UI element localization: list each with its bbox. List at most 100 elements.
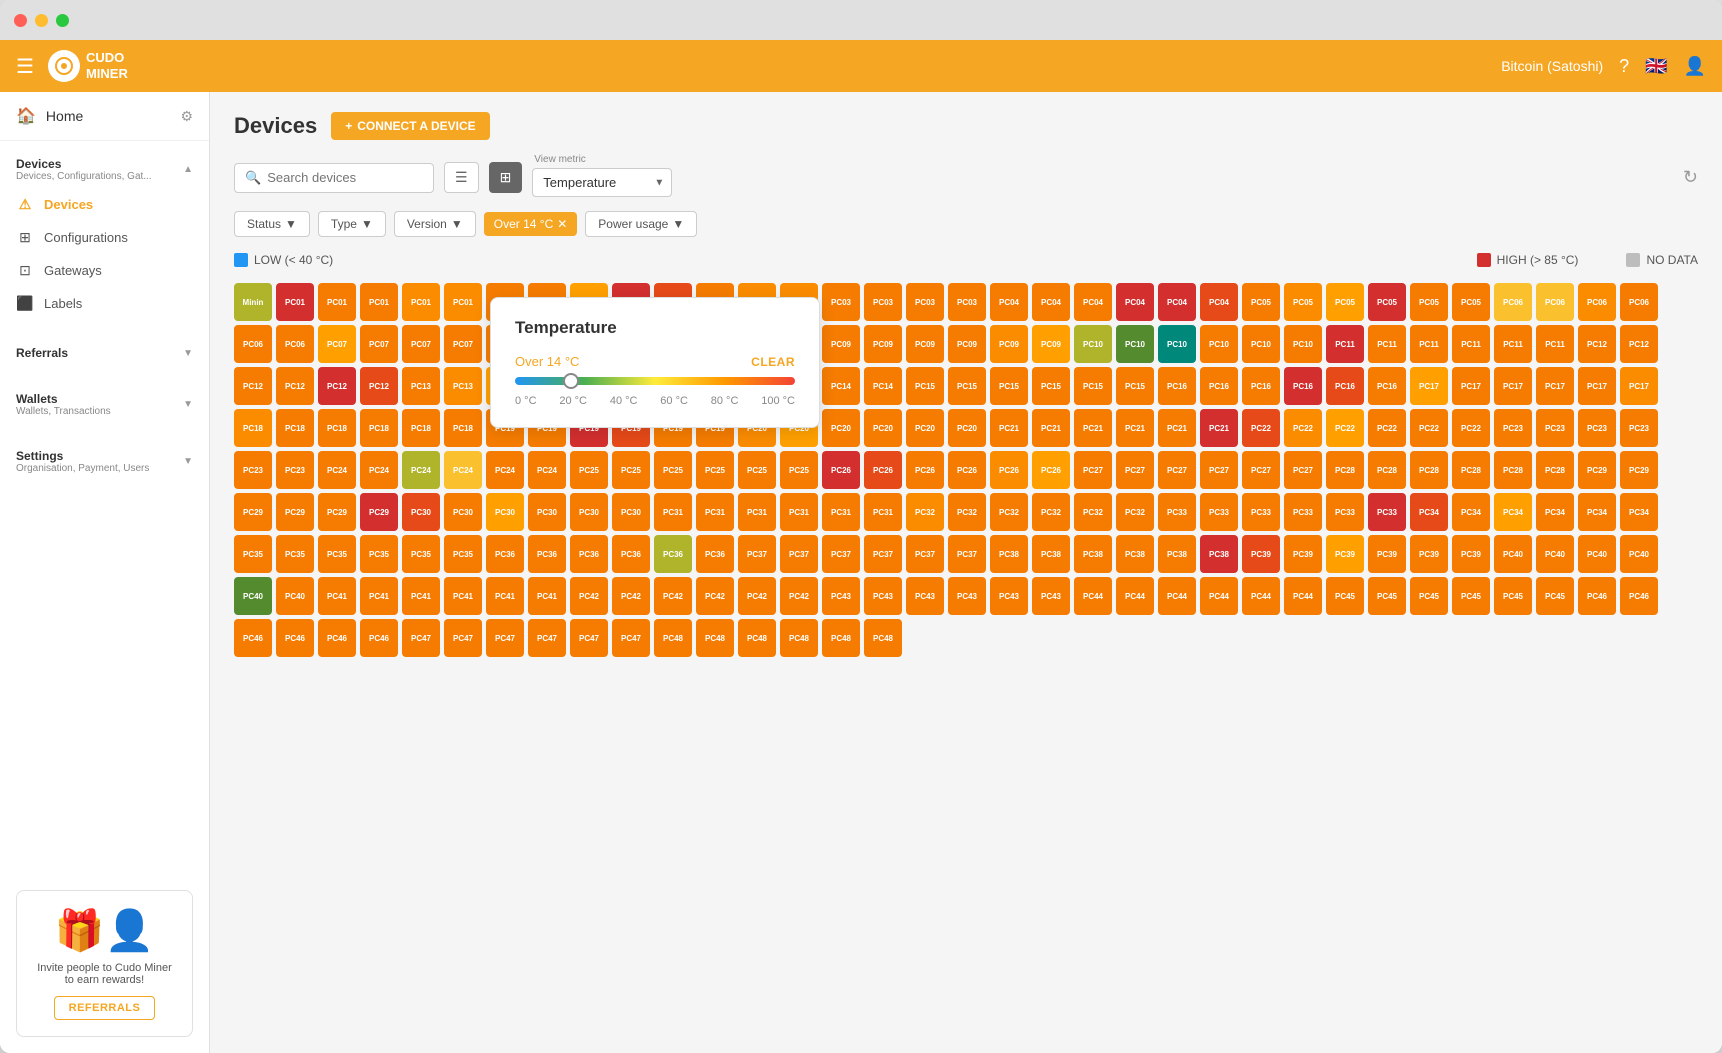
device-cell[interactable]: PC11 <box>1494 325 1532 363</box>
device-cell[interactable]: PC07 <box>360 325 398 363</box>
device-cell[interactable]: PC37 <box>864 535 902 573</box>
device-cell[interactable]: PC46 <box>276 619 314 657</box>
device-cell[interactable]: PC03 <box>948 283 986 321</box>
device-cell[interactable]: PC30 <box>612 493 650 531</box>
device-cell[interactable]: PC46 <box>1578 577 1616 615</box>
device-cell[interactable]: PC12 <box>276 367 314 405</box>
temp-slider-track[interactable] <box>515 377 795 385</box>
device-cell[interactable]: PC40 <box>1620 535 1658 573</box>
device-cell[interactable]: PC48 <box>738 619 776 657</box>
device-cell[interactable]: PC32 <box>990 493 1028 531</box>
device-cell[interactable]: PC04 <box>1200 283 1238 321</box>
device-cell[interactable]: PC07 <box>318 325 356 363</box>
device-cell[interactable]: PC44 <box>1284 577 1322 615</box>
device-cell[interactable]: PC05 <box>1368 283 1406 321</box>
device-cell[interactable]: PC31 <box>822 493 860 531</box>
device-cell[interactable]: PC29 <box>1620 451 1658 489</box>
device-cell[interactable]: PC06 <box>234 325 272 363</box>
device-cell[interactable]: PC15 <box>906 367 944 405</box>
device-cell[interactable]: PC24 <box>402 451 440 489</box>
device-cell[interactable]: PC22 <box>1326 409 1364 447</box>
device-cell[interactable]: PC37 <box>822 535 860 573</box>
device-cell[interactable]: PC47 <box>612 619 650 657</box>
device-cell[interactable]: PC14 <box>822 367 860 405</box>
device-cell[interactable]: PC47 <box>486 619 524 657</box>
device-cell[interactable]: PC16 <box>1242 367 1280 405</box>
device-cell[interactable]: PC06 <box>1494 283 1532 321</box>
device-cell[interactable]: PC33 <box>1200 493 1238 531</box>
device-cell[interactable]: PC23 <box>1536 409 1574 447</box>
device-cell[interactable]: PC35 <box>318 535 356 573</box>
device-cell[interactable]: PC42 <box>570 577 608 615</box>
device-cell[interactable]: PC48 <box>780 619 818 657</box>
device-cell[interactable]: PC24 <box>486 451 524 489</box>
device-cell[interactable]: PC01 <box>402 283 440 321</box>
device-cell[interactable]: PC36 <box>486 535 524 573</box>
view-metric-select[interactable]: Temperature <box>532 168 672 197</box>
device-cell[interactable]: PC33 <box>1326 493 1364 531</box>
device-cell[interactable]: PC34 <box>1536 493 1574 531</box>
device-cell[interactable]: PC11 <box>1326 325 1364 363</box>
device-cell[interactable]: PC27 <box>1158 451 1196 489</box>
device-cell[interactable]: PC29 <box>360 493 398 531</box>
device-cell[interactable]: PC23 <box>276 451 314 489</box>
device-cell[interactable]: PC17 <box>1620 367 1658 405</box>
status-filter-button[interactable]: Status ▼ <box>234 211 310 237</box>
device-cell[interactable]: PC12 <box>318 367 356 405</box>
settings-icon[interactable]: ⚙ <box>180 108 193 125</box>
sidebar-item-labels[interactable]: ⬛ Labels <box>0 287 209 320</box>
device-cell[interactable]: PC24 <box>444 451 482 489</box>
device-cell[interactable]: PC48 <box>822 619 860 657</box>
referrals-button[interactable]: REFERRALS <box>54 996 156 1020</box>
refresh-button[interactable]: ↻ <box>1683 167 1698 188</box>
sidebar-item-devices[interactable]: ⚠ Devices <box>0 188 209 221</box>
device-cell[interactable]: PC27 <box>1116 451 1154 489</box>
temp-clear-button[interactable]: CLEAR <box>751 355 795 369</box>
device-cell[interactable]: PC46 <box>318 619 356 657</box>
device-cell[interactable]: PC40 <box>276 577 314 615</box>
sidebar-item-gateways[interactable]: ⊡ Gateways <box>0 254 209 287</box>
device-cell[interactable]: PC13 <box>402 367 440 405</box>
device-cell[interactable]: PC25 <box>738 451 776 489</box>
device-cell[interactable]: PC21 <box>1200 409 1238 447</box>
device-cell[interactable]: PC47 <box>570 619 608 657</box>
device-cell[interactable]: PC27 <box>1200 451 1238 489</box>
device-cell[interactable]: PC30 <box>486 493 524 531</box>
device-cell[interactable]: PC20 <box>822 409 860 447</box>
device-cell[interactable]: PC09 <box>864 325 902 363</box>
device-cell[interactable]: PC37 <box>738 535 776 573</box>
device-cell[interactable]: PC39 <box>1326 535 1364 573</box>
device-cell[interactable]: PC41 <box>318 577 356 615</box>
device-cell[interactable]: PC45 <box>1452 577 1490 615</box>
device-cell[interactable]: PC17 <box>1536 367 1574 405</box>
device-cell[interactable]: PC31 <box>780 493 818 531</box>
device-cell[interactable]: PC42 <box>738 577 776 615</box>
device-cell[interactable]: PC45 <box>1326 577 1364 615</box>
device-cell[interactable]: PC26 <box>864 451 902 489</box>
device-cell[interactable]: PC41 <box>360 577 398 615</box>
device-cell[interactable]: PC01 <box>360 283 398 321</box>
device-cell[interactable]: PC30 <box>402 493 440 531</box>
device-cell[interactable]: PC26 <box>906 451 944 489</box>
device-cell[interactable]: PC47 <box>444 619 482 657</box>
device-cell[interactable]: PC43 <box>948 577 986 615</box>
device-cell[interactable]: PC32 <box>1116 493 1154 531</box>
device-cell[interactable]: PC20 <box>864 409 902 447</box>
sidebar-section-wallets-header[interactable]: Wallets Wallets, Transactions ▼ <box>0 386 209 423</box>
device-cell[interactable]: PC39 <box>1242 535 1280 573</box>
device-cell[interactable]: PC22 <box>1410 409 1448 447</box>
device-cell[interactable]: PC46 <box>360 619 398 657</box>
hamburger-menu-icon[interactable]: ☰ <box>16 54 34 79</box>
device-cell[interactable]: PC21 <box>1074 409 1112 447</box>
device-cell[interactable]: PC21 <box>1032 409 1070 447</box>
device-cell[interactable]: PC40 <box>1494 535 1532 573</box>
device-cell[interactable]: PC06 <box>1578 283 1616 321</box>
device-cell[interactable]: PC25 <box>696 451 734 489</box>
device-cell[interactable]: PC46 <box>1620 577 1658 615</box>
device-cell[interactable]: PC26 <box>990 451 1028 489</box>
device-cell[interactable]: PC10 <box>1074 325 1112 363</box>
device-cell[interactable]: PC22 <box>1452 409 1490 447</box>
device-cell[interactable]: PC44 <box>1242 577 1280 615</box>
device-cell[interactable]: PC01 <box>444 283 482 321</box>
device-cell[interactable]: PC37 <box>948 535 986 573</box>
